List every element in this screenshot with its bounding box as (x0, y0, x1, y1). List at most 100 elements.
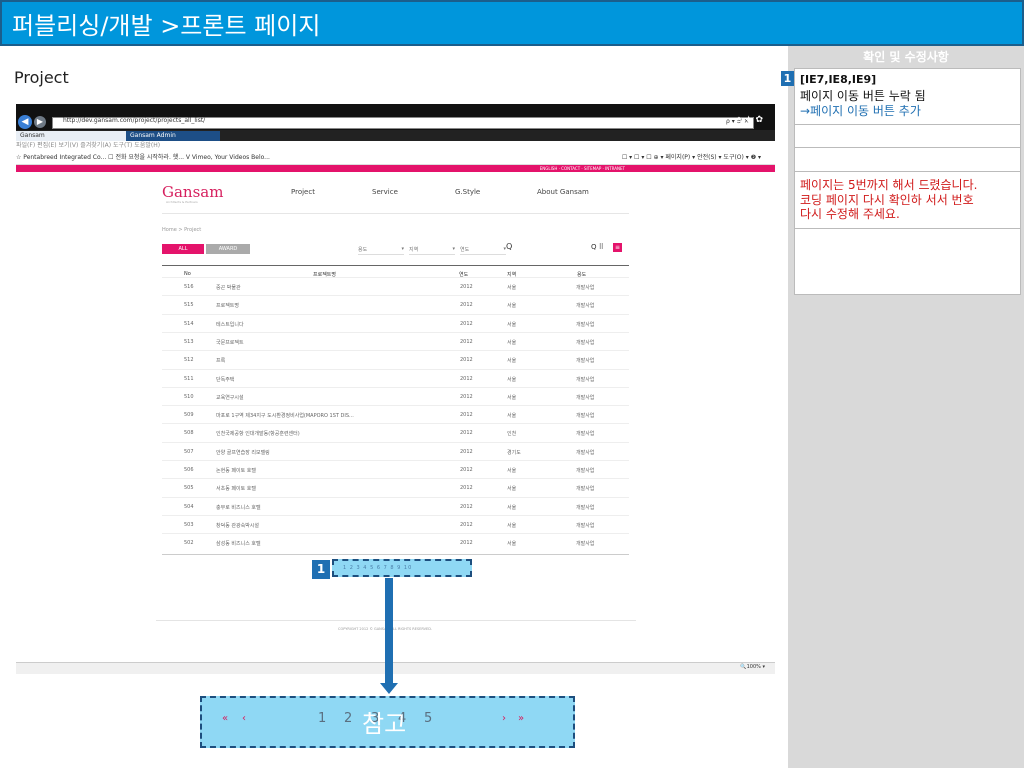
first-page-icon[interactable]: « (222, 713, 228, 724)
row-project-name[interactable]: 마포로 1구역 제34지구 도시환경정비사업(MAPORO 1ST DIS... (216, 412, 354, 419)
table-row[interactable]: 516 중곤 박물관 2012 서울 개발사업 (162, 277, 629, 295)
page-1[interactable]: 1 (318, 711, 326, 726)
row-region: 서울 (507, 285, 517, 291)
table-row[interactable]: 505 서초동 페이토 호텔 2012 서울 개발사업 (162, 478, 629, 496)
last-page-icon[interactable]: » (518, 713, 524, 724)
row-region: 서울 (507, 522, 517, 529)
footer-divider (156, 620, 636, 621)
slide-header: 퍼블리싱/개발 >프론트 페이지 (0, 0, 1024, 46)
row-project-name[interactable]: 논현동 페이토 호텔 (216, 467, 256, 474)
row-region: 서울 (507, 541, 517, 548)
nav-gstyle[interactable]: G.Style (455, 188, 480, 196)
address-bar[interactable]: http://dev.gansam.com/project/projects_a… (52, 117, 754, 129)
row-region: 인천 (507, 431, 517, 438)
nav-service[interactable]: Service (372, 188, 398, 196)
review-browser-tag: [IE7,IE8,IE9] (800, 73, 877, 86)
menu-bar[interactable]: 파일(F) 편집(E) 보기(V) 즐겨찾기(A) 도구(T) 도움말(H) (16, 141, 775, 151)
review-row-divider (795, 171, 1020, 172)
forward-arrow-icon[interactable]: ▶ (34, 116, 46, 128)
row-project-name[interactable]: 충무로 비즈니스 호텔 (216, 504, 261, 511)
row-no: 502 (184, 540, 194, 547)
row-project-name[interactable]: 교육연구시설 (216, 394, 244, 401)
award-tab-button[interactable]: AWARD (206, 244, 250, 254)
table-row[interactable]: 510 교육연구시설 2012 서울 개발사업 (162, 386, 629, 405)
row-project-name[interactable]: 안양 골프연습장 리모델링 (216, 449, 270, 456)
table-row[interactable]: 513 국문프로젝트 2012 서울 개발사업 (162, 331, 629, 350)
row-project-name[interactable]: 서초동 페이토 호텔 (216, 485, 256, 492)
favorites-links[interactable]: ☆ Pentabreed Integrated Co... ☐ 전화 요청을 시… (16, 154, 270, 161)
table-row[interactable]: 509 마포로 1구역 제34지구 도시환경정비사업(MAPORO 1ST DIS… (162, 405, 629, 423)
row-project-name[interactable]: 삼성동 비즈니스 호텔 (216, 540, 261, 547)
review-row-divider (795, 147, 1020, 148)
command-bar[interactable]: ☐ ▾ ☐ ▾ ☐ ⊕ ▾ 페이지(P) ▾ 안전(S) ▾ 도구(O) ▾ ❷… (622, 151, 761, 164)
review-note-line: 다시 수정해 주세요. (800, 207, 900, 221)
site-logo[interactable]: Gansam (162, 183, 223, 201)
favorites-bar: ☆ Pentabreed Integrated Co... ☐ 전화 요청을 시… (16, 151, 775, 165)
next-page-icon[interactable]: › (502, 713, 506, 724)
row-project-name[interactable]: 중곤 박물관 (216, 284, 241, 291)
all-tab-button[interactable]: ALL (162, 244, 204, 254)
review-panel-title: 확인 및 수정사항 (863, 50, 949, 64)
header-divider (162, 213, 629, 214)
tab-gansam[interactable]: Gansam (16, 131, 126, 141)
table-row[interactable]: 511 단독주택 2012 서울 개발사업 (162, 368, 629, 387)
row-project-name[interactable]: 프로젝트명 (216, 302, 239, 309)
slide-title: 퍼블리싱/개발 >프론트 페이지 (12, 12, 321, 40)
table-row[interactable]: 503 창덕동 관광숙박시설 2012 서울 개발사업 (162, 514, 629, 533)
back-arrow-icon[interactable]: ◀ (18, 115, 32, 129)
table-bottom-line (162, 554, 629, 555)
site-logo-subtitle: Architects & Partners (166, 200, 198, 204)
table-row[interactable]: 508 인천국제공항 인대개발동(항공훈련센터) 2012 인천 개발사업 (162, 423, 629, 441)
page-5[interactable]: 5 (424, 711, 432, 726)
row-year: 2012 (460, 521, 473, 528)
row-use: 개발사업 (576, 486, 595, 493)
breadcrumb[interactable]: Home > Project (162, 227, 201, 233)
row-use: 개발사업 (576, 321, 595, 328)
table-row[interactable]: 502 삼성동 비즈니스 호텔 2012 서울 개발사업 (162, 533, 629, 551)
row-no: 516 (184, 284, 194, 290)
table-row[interactable]: 507 안양 골프연습장 리모델링 2012 경기도 개발사업 (162, 441, 629, 460)
zoom-control[interactable]: 🔍100% ▾ (740, 664, 765, 670)
filter-use[interactable]: 용도 ▾ (358, 246, 404, 255)
search-icon[interactable]: Q (506, 242, 512, 251)
row-region: 서울 (507, 486, 517, 493)
table-row[interactable]: 514 테스트입니다 2012 서울 개발사업 (162, 313, 629, 332)
row-year: 2012 (460, 284, 473, 290)
row-use: 개발사업 (576, 303, 595, 310)
row-year: 2012 (460, 448, 473, 455)
prev-page-icon[interactable]: ‹ (242, 713, 246, 724)
table-row[interactable]: 512 프록 2012 서울 개발사업 (162, 350, 629, 368)
site-top-links[interactable]: ENGLISH · CONTACT · SITEMAP · INTRANET (540, 165, 625, 172)
row-project-name[interactable]: 프록 (216, 357, 225, 364)
grid-view-icon[interactable]: Q ⠿ (591, 243, 604, 251)
row-no: 509 (184, 412, 194, 419)
table-row[interactable]: 515 프로젝트명 2012 서울 개발사업 (162, 295, 629, 313)
address-text: http://dev.gansam.com/project/projects_a… (63, 117, 206, 124)
row-project-name[interactable]: 단독주택 (216, 376, 234, 383)
review-panel: 확인 및 수정사항 (788, 46, 1024, 768)
list-view-icon[interactable]: ≡ (613, 243, 622, 252)
filter-year[interactable]: 연도 ▾ (460, 246, 506, 255)
table-row[interactable]: 504 충무로 비즈니스 호텔 2012 서울 개발사업 (162, 496, 629, 515)
row-project-name[interactable]: 국문프로젝트 (216, 339, 244, 346)
row-project-name[interactable]: 테스트입니다 (216, 321, 244, 328)
row-year: 2012 (460, 430, 473, 437)
home-star-gear-icon[interactable]: ⌂ ★ ✿ (736, 115, 763, 125)
row-no: 507 (184, 448, 194, 455)
row-project-name[interactable]: 인천국제공항 인대개발동(항공훈련센터) (216, 430, 300, 437)
nav-about[interactable]: About Gansam (537, 188, 589, 196)
row-no: 511 (184, 375, 194, 382)
annotation-arrow-head (380, 683, 398, 694)
tab-gansam-admin[interactable]: Gansam Admin (126, 131, 220, 141)
table-row[interactable]: 506 논현동 페이토 호텔 2012 서울 개발사업 (162, 460, 629, 478)
pagination-numbers[interactable]: 1 2 3 4 5 6 7 8 9 10 (343, 565, 412, 571)
row-project-name[interactable]: 창덕동 관광숙박시설 (216, 522, 259, 529)
row-use: 개발사업 (576, 449, 595, 456)
row-use: 개발사업 (576, 413, 595, 420)
row-region: 서울 (507, 339, 517, 346)
filter-region[interactable]: 지역 ▾ (409, 246, 455, 255)
row-year: 2012 (460, 485, 473, 492)
nav-project[interactable]: Project (291, 188, 315, 196)
page-2[interactable]: 2 (344, 711, 352, 726)
reference-label: 참고 (362, 710, 407, 738)
